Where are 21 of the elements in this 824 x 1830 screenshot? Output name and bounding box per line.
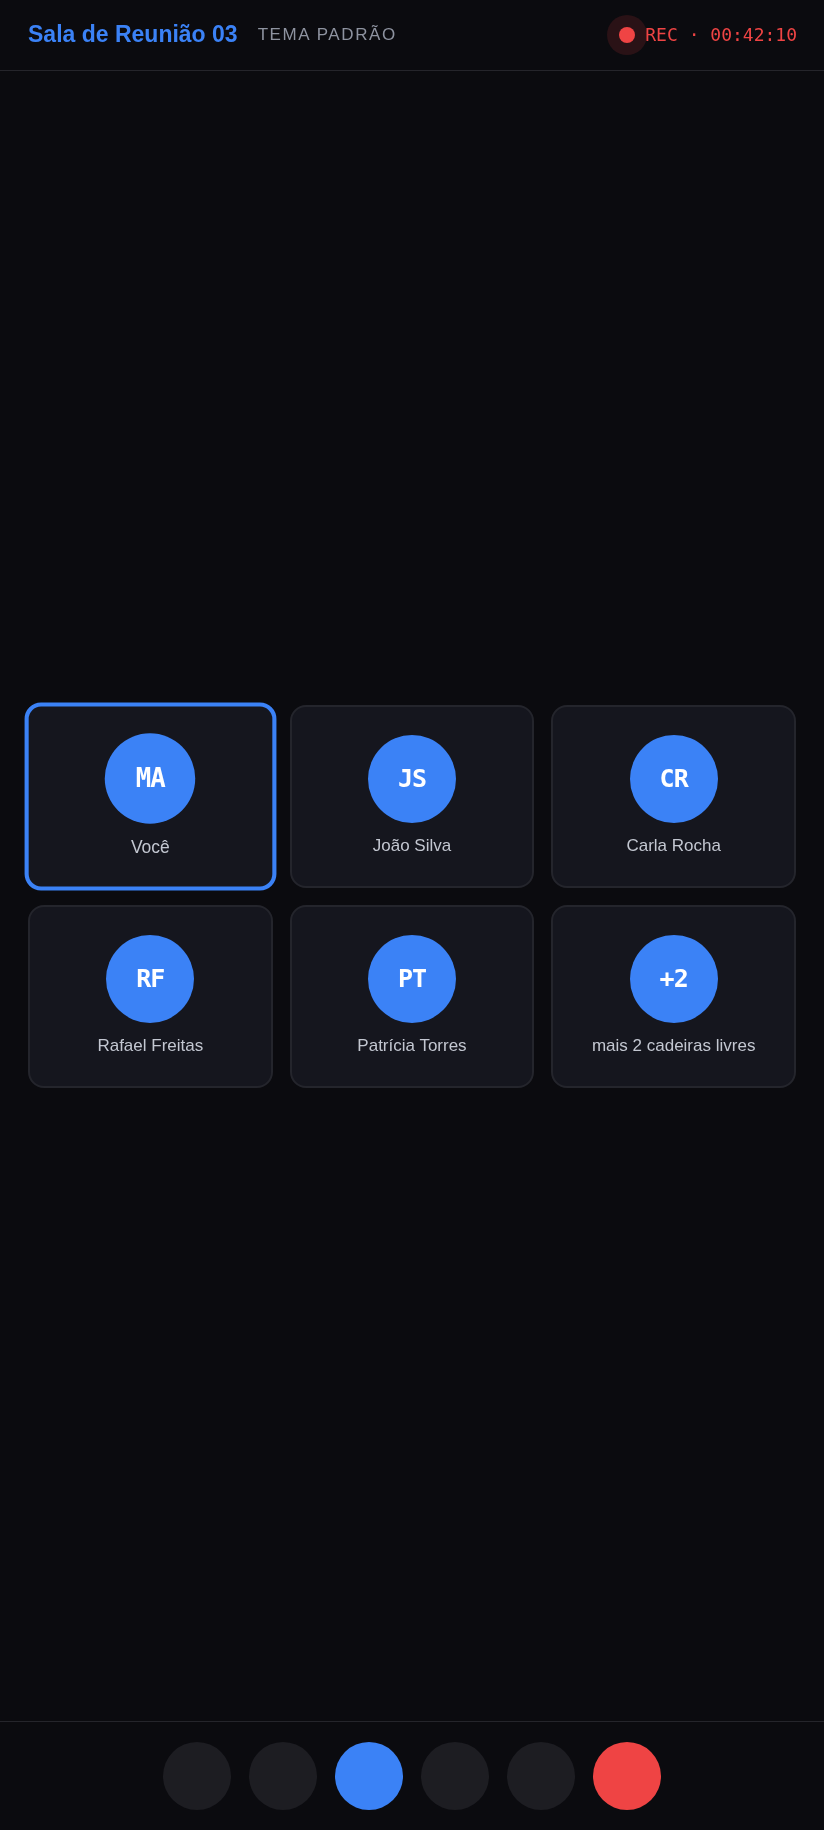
seat-tile[interactable]: CR Carla Rocha bbox=[551, 704, 796, 888]
theme-label: TEMA PADRÃO bbox=[257, 24, 397, 46]
avatar-initials: JS bbox=[368, 734, 456, 823]
seat-tile[interactable]: JS João Silva bbox=[289, 704, 535, 888]
seat-name: Você bbox=[130, 835, 170, 859]
room-title: Sala de Reunião 03 bbox=[28, 21, 238, 49]
seat-tile[interactable]: +2 mais 2 cadeiras livres bbox=[551, 904, 796, 1088]
avatar-initials: RF bbox=[106, 934, 195, 1023]
recording-timer: REC · 00:42:10 bbox=[645, 24, 797, 46]
avatar-initials: +2 bbox=[629, 934, 718, 1023]
avatar-initials: PT bbox=[368, 934, 456, 1023]
seat-name: mais 2 cadeiras livres bbox=[591, 1034, 756, 1057]
avatar-initials: CR bbox=[629, 734, 718, 823]
seat-tile[interactable]: PT Patrícia Torres bbox=[289, 904, 535, 1088]
seat-name: Patrícia Torres bbox=[357, 1034, 467, 1057]
seat-name: João Silva bbox=[372, 834, 452, 857]
seat-tile[interactable]: MA Você bbox=[24, 701, 277, 891]
seat-tile[interactable]: RF Rafael Freitas bbox=[28, 904, 273, 1088]
seat-name: Rafael Freitas bbox=[97, 1034, 204, 1057]
seat-name: Carla Rocha bbox=[626, 834, 721, 857]
avatar-initials: MA bbox=[105, 732, 196, 824]
